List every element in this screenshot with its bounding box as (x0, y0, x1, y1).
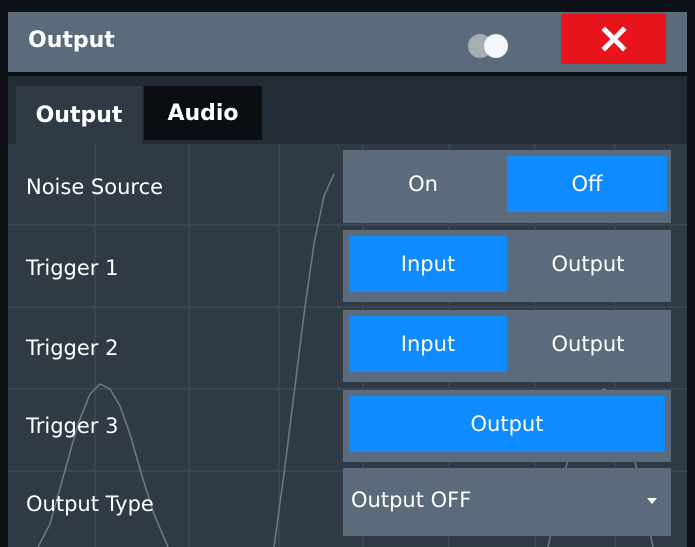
trigger2-output-button[interactable]: Output (507, 316, 669, 372)
noise-source-label: Noise Source (26, 175, 164, 199)
output-type-value: Output OFF (351, 488, 472, 512)
output-type-label: Output Type (26, 492, 154, 516)
display-toggle-icon[interactable] (468, 34, 520, 58)
output-dialog: Output Output Audio Noise Source On Off … (8, 12, 687, 547)
trigger1-input-button[interactable]: Input (349, 236, 507, 292)
trigger3-selector: Output (343, 390, 671, 462)
close-x-icon (600, 26, 627, 52)
dialog-title: Output (28, 28, 115, 53)
trigger2-label: Trigger 2 (26, 336, 119, 360)
title-bar: Output (8, 12, 687, 72)
tab-output[interactable]: Output (16, 86, 142, 144)
close-button[interactable] (561, 14, 666, 64)
trigger1-label: Trigger 1 (26, 256, 119, 280)
trigger1-selector: Input Output (343, 230, 671, 302)
output-type-dropdown[interactable]: Output OFF (343, 468, 671, 536)
noise-source-on-button[interactable]: On (343, 156, 503, 212)
trigger3-output-button[interactable]: Output (349, 396, 665, 452)
trigger3-label: Trigger 3 (26, 414, 119, 438)
tab-audio[interactable]: Audio (144, 86, 262, 140)
noise-source-selector: On Off (343, 150, 671, 223)
noise-source-off-button[interactable]: Off (507, 156, 667, 212)
trigger2-selector: Input Output (343, 310, 671, 382)
trigger2-input-button[interactable]: Input (349, 316, 507, 372)
trigger1-output-button[interactable]: Output (507, 236, 669, 292)
caret-down-icon (647, 498, 657, 504)
